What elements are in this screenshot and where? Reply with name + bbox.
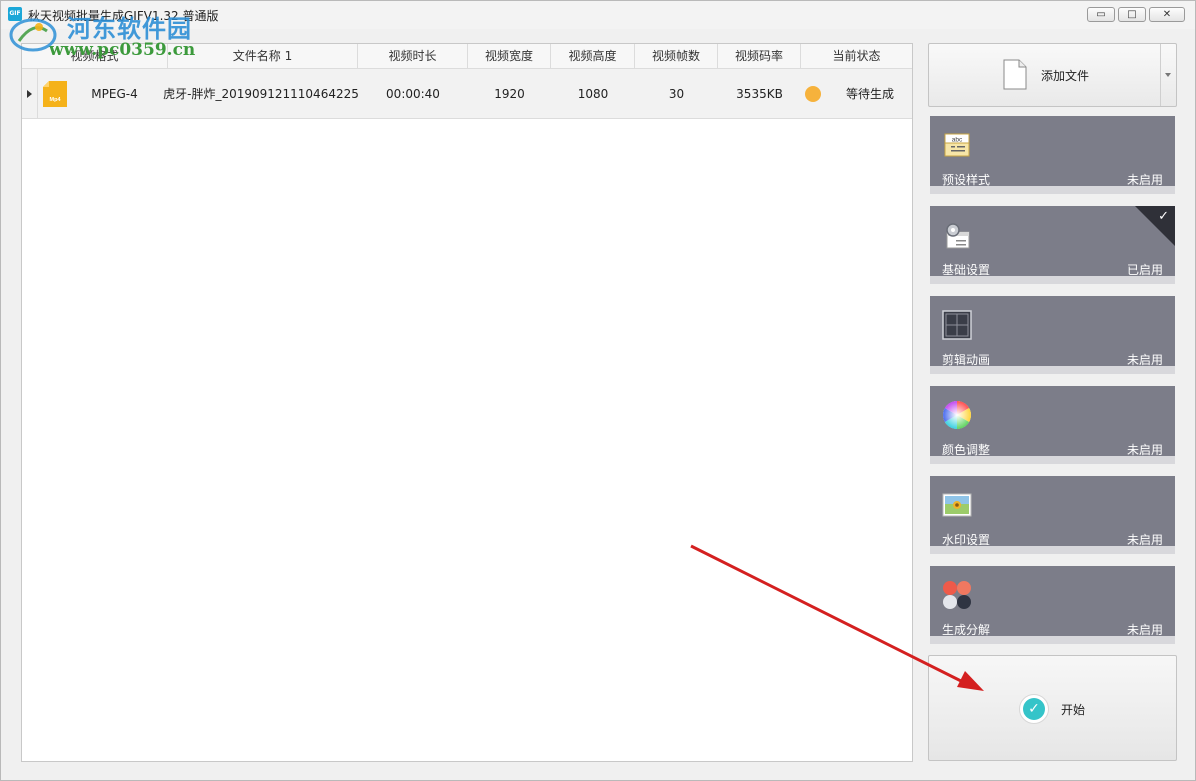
gear-settings-icon	[946, 223, 970, 249]
cell-status: 等待生成	[845, 87, 894, 101]
feature-preset-style[interactable]: abc 预设样式 未启用	[930, 116, 1175, 194]
feature-bottom-bar	[930, 276, 1175, 284]
feature-generate-split[interactable]: 生成分解 未启用	[930, 566, 1175, 644]
feature-bottom-bar	[930, 456, 1175, 464]
cell-filename: 虎牙-胖炸_20190912111046​4225	[163, 87, 359, 101]
maximize-icon: □	[1127, 9, 1137, 20]
feature-color-adjust[interactable]: 颜色调整 未启用	[930, 386, 1175, 464]
col-header-height[interactable]: 视频高度	[551, 44, 635, 68]
add-file-divider	[1160, 44, 1161, 106]
minimize-icon: ▭	[1096, 9, 1106, 20]
check-icon: ✓	[1023, 698, 1045, 720]
col-header-bitrate[interactable]: 视频码率	[718, 44, 801, 68]
add-file-label: 添加文件	[1041, 69, 1090, 83]
feature-bottom-bar	[930, 186, 1175, 194]
cell-height: 1080	[577, 87, 609, 101]
add-file-dropdown-icon[interactable]	[1165, 73, 1171, 77]
row-expand-icon[interactable]	[27, 90, 32, 98]
row-divider	[37, 69, 38, 119]
feature-watermark-settings[interactable]: 水印设置 未启用	[930, 476, 1175, 554]
cell-format: MPEG-4	[91, 87, 138, 101]
check-icon: ✓	[1158, 209, 1169, 224]
enabled-corner-badge	[1135, 206, 1175, 246]
feature-bottom-bar	[930, 546, 1175, 554]
feature-clip-animation[interactable]: 剪辑动画 未启用	[930, 296, 1175, 374]
watermark-url: www.pc0359.cn	[49, 40, 196, 60]
mp4-file-icon: Mp4	[43, 81, 67, 107]
cell-duration: 00:00:40	[386, 87, 440, 101]
feature-bottom-bar	[930, 636, 1175, 644]
file-table[interactable]: 视频格式 文件名称 1 视频时长 视频宽度 视频高度 视频帧数 视频码率 当前状…	[21, 43, 913, 762]
mp4-icon-label: Mp4	[50, 97, 62, 103]
picture-watermark-icon	[942, 493, 972, 517]
table-row[interactable]: Mp4 MPEG-4 虎牙-胖炸_20190912111046​4225 00:…	[22, 69, 912, 119]
crop-frame-icon	[942, 310, 972, 340]
col-header-status[interactable]: 当前状态	[801, 44, 912, 68]
abc-text-icon: abc	[944, 133, 970, 157]
col-header-frames[interactable]: 视频帧数	[635, 44, 718, 68]
svg-text:abc: abc	[952, 137, 963, 144]
col-header-filename[interactable]: 文件名称 1	[168, 44, 358, 68]
status-dot-icon	[805, 86, 821, 102]
add-file-button[interactable]: 添加文件	[928, 43, 1177, 107]
color-wheel-icon	[943, 401, 971, 429]
site-watermark: 河东软件园 www.pc0359.cn	[9, 15, 195, 59]
start-check-icon: ✓	[1019, 694, 1049, 724]
close-button[interactable]: ✕	[1149, 7, 1185, 22]
document-icon	[1003, 59, 1027, 90]
cell-width: 1920	[494, 87, 525, 101]
feature-bottom-bar	[930, 366, 1175, 374]
cell-bitrate: 3535KB	[736, 87, 783, 101]
start-button[interactable]: ✓ 开始	[928, 655, 1177, 761]
watermark-logo-icon	[9, 18, 57, 52]
col-header-width[interactable]: 视频宽度	[468, 44, 551, 68]
close-icon: ✕	[1162, 9, 1172, 20]
window-controls: ▭ □ ✕	[1087, 7, 1185, 22]
four-dots-icon	[943, 581, 971, 609]
minimize-button[interactable]: ▭	[1087, 7, 1115, 22]
maximize-button[interactable]: □	[1118, 7, 1146, 22]
watermark-title: 河东软件园	[67, 14, 192, 43]
start-label: 开始	[1061, 703, 1086, 717]
col-header-duration[interactable]: 视频时长	[358, 44, 468, 68]
cell-frames: 30	[668, 87, 685, 101]
app-window: GIF 秋天视频批量生成GIFV1.32 普通版 ▭ □ ✕ 视频格式 文件名称…	[0, 0, 1196, 781]
feature-basic-settings[interactable]: ✓ 基础设置 已启用	[930, 206, 1175, 284]
